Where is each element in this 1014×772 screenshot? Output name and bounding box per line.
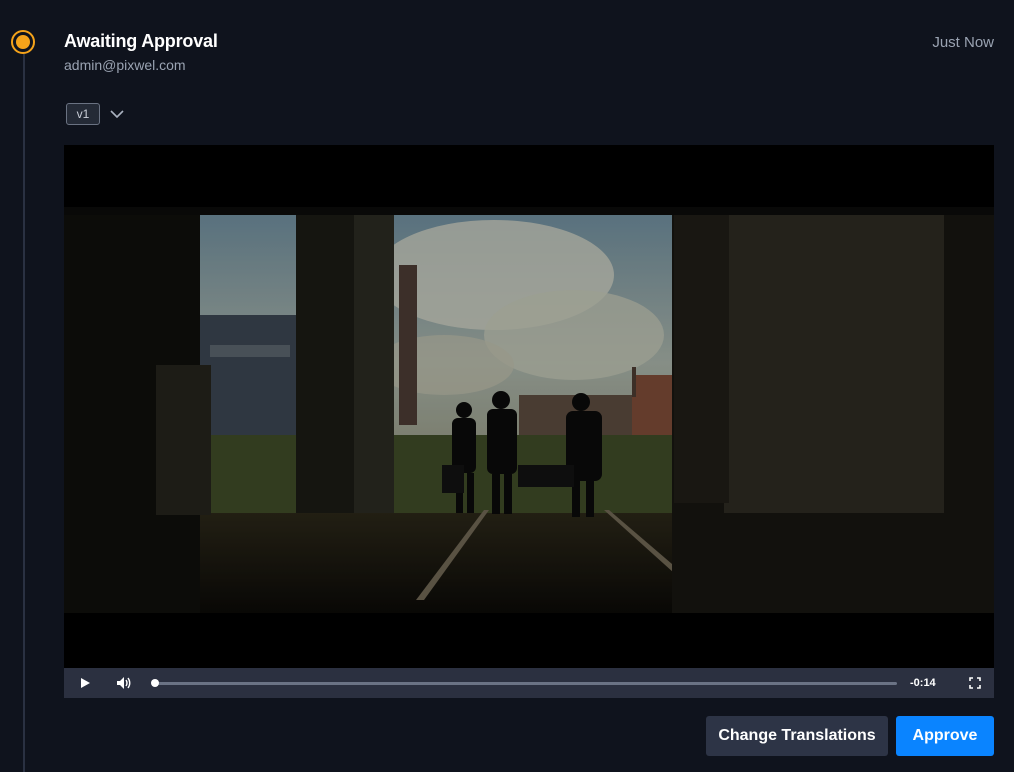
volume-button[interactable] [112,668,136,698]
progress-knob[interactable] [151,679,159,687]
chevron-down-icon[interactable] [109,106,125,122]
player-controls: -0:14 [64,668,994,698]
remaining-time: -0:14 [910,677,936,689]
timeline-line [23,54,25,772]
approve-button[interactable]: Approve [896,716,994,756]
video-player[interactable]: -0:14 [64,145,994,698]
author-email: admin@pixwel.com [64,57,186,73]
status-indicator-icon [11,30,35,54]
status-title: Awaiting Approval [64,31,218,51]
timestamp: Just Now [932,34,994,51]
video-frame[interactable] [64,145,994,668]
play-button[interactable] [74,668,96,698]
play-icon[interactable] [79,677,91,689]
fullscreen-button[interactable] [964,668,986,698]
change-translations-button[interactable]: Change Translations [706,716,888,756]
volume-icon[interactable] [116,676,132,690]
video-still [64,145,994,668]
version-badge[interactable]: v1 [66,103,100,125]
version-select[interactable]: v1 [66,103,125,125]
fullscreen-icon[interactable] [969,677,981,689]
progress-bar[interactable] [151,679,897,687]
